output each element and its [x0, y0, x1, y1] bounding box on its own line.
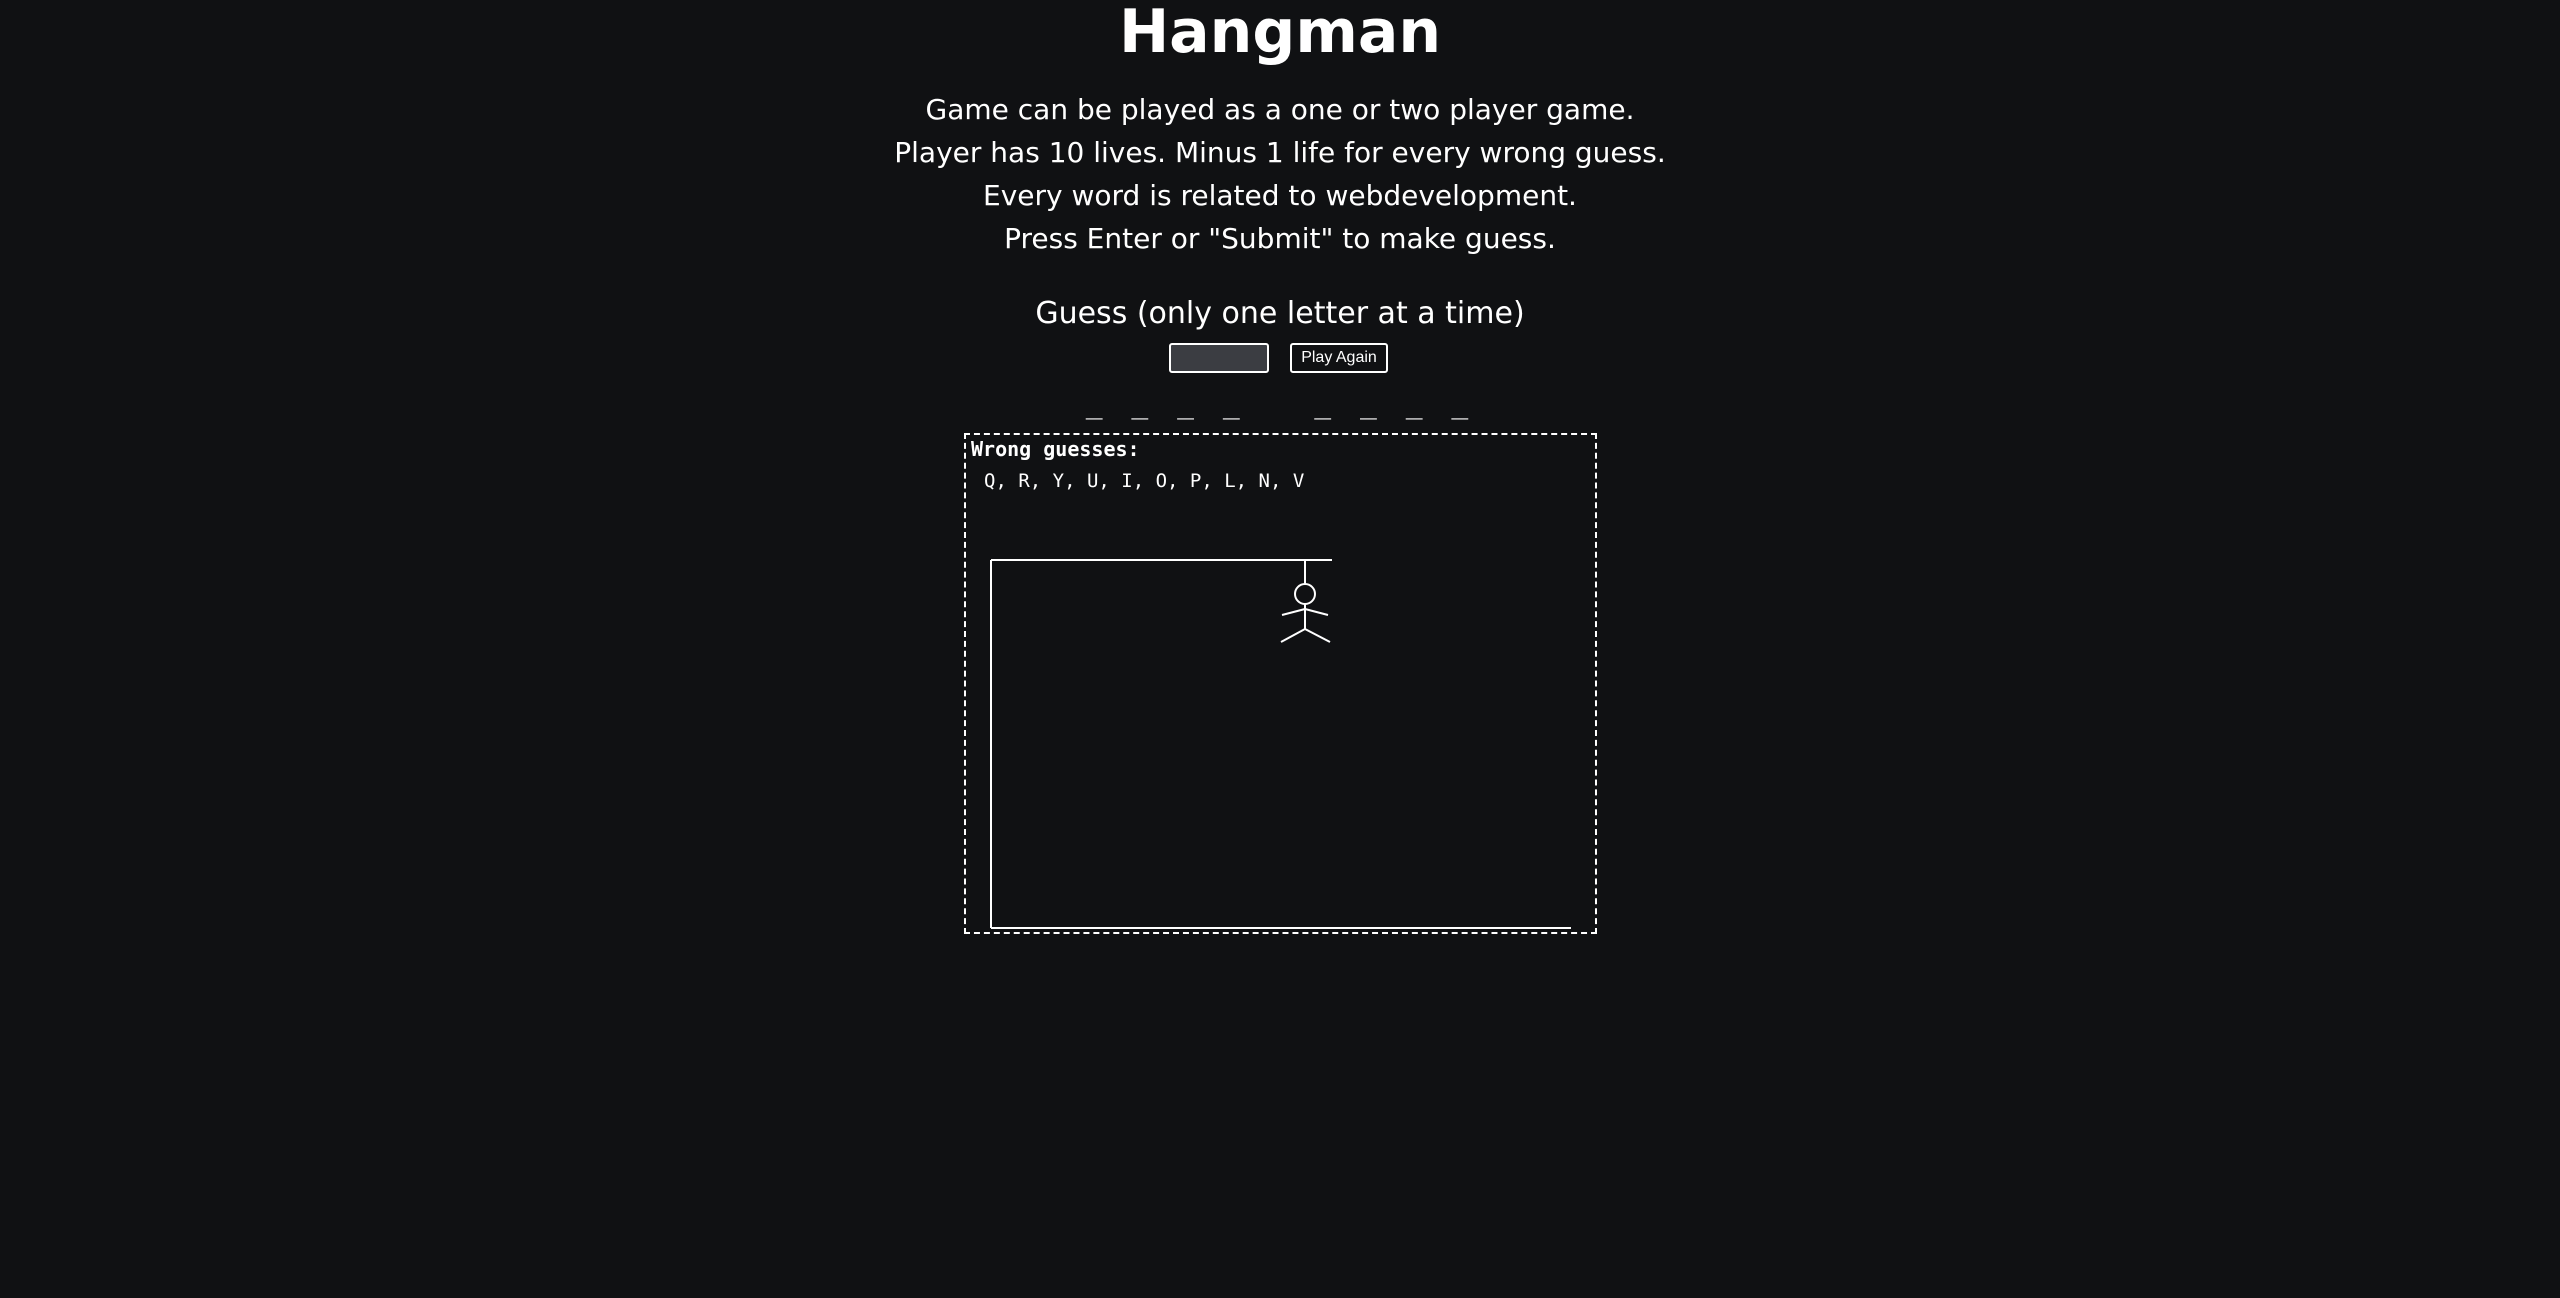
rule-line: Every word is related to webdevelopment.	[983, 179, 1577, 212]
rule-line: Player has 10 lives. Minus 1 life for ev…	[894, 136, 1666, 169]
page-title: Hangman	[1118, 0, 1442, 67]
game-board: Wrong guesses: Q, R, Y, U, I, O, P, L, N…	[964, 433, 1597, 934]
hangman-page: Hangman Game can be played as a one or t…	[0, 0, 2560, 1298]
word-blanks: _ _ _ _ _ _ _ _	[1085, 387, 1475, 420]
hangman-drawing	[990, 559, 1571, 929]
rules-text: Game can be played as a one or two playe…	[0, 88, 2560, 260]
guess-label: Guess (only one letter at a time)	[1035, 296, 1525, 331]
rule-line: Press Enter or "Submit" to make guess.	[1004, 222, 1556, 255]
play-again-button[interactable]: Play Again	[1290, 343, 1388, 373]
guess-input[interactable]	[1169, 343, 1269, 373]
hangman-right-leg	[1304, 628, 1331, 643]
hangman-right-arm	[1304, 608, 1329, 616]
rule-line: Game can be played as a one or two playe…	[925, 93, 1635, 126]
hangman-head	[1294, 583, 1316, 605]
hangman-left-leg	[1280, 628, 1306, 643]
hangman-left-arm	[1281, 608, 1306, 616]
